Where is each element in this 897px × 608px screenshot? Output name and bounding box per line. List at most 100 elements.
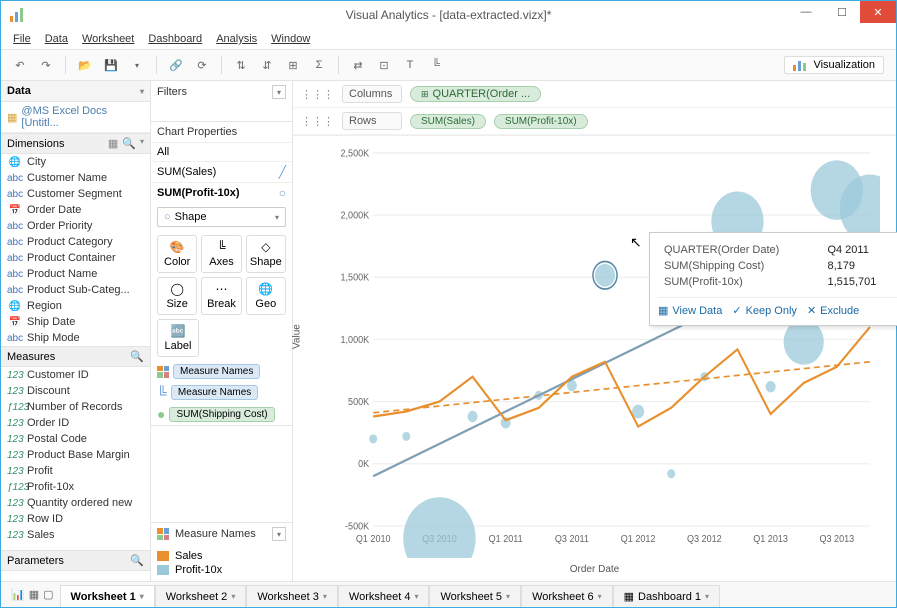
field-icon: 123 <box>7 466 23 477</box>
dimension-field[interactable]: 🌐Region <box>1 298 150 314</box>
dimension-field[interactable]: 📅Ship Date <box>1 314 150 330</box>
menu-data[interactable]: Data <box>45 33 68 45</box>
dimension-field[interactable]: 📅Order Date <box>1 202 150 218</box>
label-button[interactable]: T <box>399 54 421 76</box>
measure-field[interactable]: ƒ123Number of Records <box>1 399 150 415</box>
dim-dd-icon[interactable]: ▾ <box>140 137 144 150</box>
dimension-field[interactable]: 🌐City <box>1 154 150 170</box>
maximize-button[interactable]: ☐ <box>824 1 860 23</box>
worksheet-tabs: 📊 ▦ ▢ Worksheet 1▾Worksheet 2▾Worksheet … <box>1 581 896 607</box>
visualization-button[interactable]: Visualization <box>784 56 884 74</box>
shape-card[interactable]: ◇Shape <box>246 235 286 273</box>
measure-field[interactable]: 123Product Base Margin <box>1 447 150 463</box>
worksheet-tab[interactable]: Worksheet 6▾ <box>521 585 613 607</box>
tooltip-keep-only[interactable]: ✓Keep Only <box>732 304 797 317</box>
tab-dash-icon[interactable]: ▦ <box>29 588 39 601</box>
undo-button[interactable]: ↶ <box>9 54 31 76</box>
refresh-button[interactable]: ⟳ <box>191 54 213 76</box>
worksheet-tab[interactable]: Worksheet 5▾ <box>429 585 521 607</box>
datasource-row[interactable]: ▦ @MS Excel Docs [Untitl... <box>1 102 150 133</box>
worksheet-tab[interactable]: Worksheet 4▾ <box>338 585 430 607</box>
shape-selector[interactable]: ○ Shape ▾ <box>157 207 286 227</box>
save-dd-button[interactable]: ▾ <box>126 54 148 76</box>
measure-names-pill-2[interactable]: ╚ Measure Names <box>151 382 292 403</box>
data-dd-icon[interactable]: ▾ <box>140 87 144 96</box>
measure-names-pill-1[interactable]: Measure Names <box>151 361 292 382</box>
total-button[interactable]: Σ <box>308 54 330 76</box>
columns-shelf[interactable]: ⋮⋮⋮ Columns ⊞QUARTER(Order ... <box>293 81 896 108</box>
measure-field[interactable]: 123Profit <box>1 463 150 479</box>
filters-dd-icon[interactable]: ▾ <box>272 85 286 99</box>
worksheet-tab[interactable]: Worksheet 3▾ <box>246 585 338 607</box>
color-card[interactable]: 🎨Color <box>157 235 197 273</box>
group-button[interactable]: ⊞ <box>282 54 304 76</box>
measure-field[interactable]: 123Sales <box>1 527 150 543</box>
legend-swatch <box>157 551 169 561</box>
tab-new-icon[interactable]: ▢ <box>43 588 53 601</box>
rows-shelf[interactable]: ⋮⋮⋮ Rows SUM(Sales) SUM(Profit-10x) <box>293 108 896 135</box>
search-mea-icon[interactable]: 🔍 <box>130 350 144 363</box>
minimize-button[interactable]: — <box>788 1 824 23</box>
measure-field[interactable]: 123Row ID <box>1 511 150 527</box>
legend-item[interactable]: Sales <box>157 549 286 563</box>
canvas-area: ⋮⋮⋮ Columns ⊞QUARTER(Order ... ⋮⋮⋮ Rows … <box>293 81 896 581</box>
measure-field[interactable]: 123Discount <box>1 383 150 399</box>
dimension-field[interactable]: abcProduct Sub-Categ... <box>1 282 150 298</box>
legend-dd-icon[interactable]: ▾ <box>272 527 286 541</box>
dimension-field[interactable]: abcProduct Container <box>1 250 150 266</box>
menu-dashboard[interactable]: Dashboard <box>148 33 202 45</box>
rows-pill-profit[interactable]: SUM(Profit-10x) <box>494 114 588 129</box>
dimension-field[interactable]: abcProduct Name <box>1 266 150 282</box>
tooltip-popup: QUARTER(Order Date)Q4 2011SUM(Shipping C… <box>649 232 897 326</box>
close-button[interactable]: ✕ <box>860 1 896 23</box>
save-button[interactable]: 💾 <box>100 54 122 76</box>
connect-button[interactable]: 🔗 <box>165 54 187 76</box>
measure-field[interactable]: 123Order ID <box>1 415 150 431</box>
break-card[interactable]: ⋯Break <box>201 277 241 315</box>
sort-desc-button[interactable]: ⇵ <box>256 54 278 76</box>
search-par-icon[interactable]: 🔍 <box>130 554 144 567</box>
dimension-field[interactable]: abcShip Mode <box>1 330 150 346</box>
dimension-field[interactable]: abcCustomer Segment <box>1 186 150 202</box>
menu-file[interactable]: File <box>13 33 31 45</box>
measure-field[interactable]: 123Quantity ordered new <box>1 495 150 511</box>
dimension-field[interactable]: abcCustomer Name <box>1 170 150 186</box>
swap-button[interactable]: ⇄ <box>347 54 369 76</box>
legend-item[interactable]: Profit-10x <box>157 563 286 577</box>
cp-profit-row[interactable]: SUM(Profit-10x)○ <box>151 182 292 203</box>
tooltip-view-data[interactable]: ▦View Data <box>658 304 722 317</box>
measure-field[interactable]: ƒ123Profit-10x <box>1 479 150 495</box>
search-dim-icon[interactable]: 🔍 <box>122 137 136 150</box>
menu-worksheet[interactable]: Worksheet <box>82 33 134 45</box>
menu-analysis[interactable]: Analysis <box>216 33 257 45</box>
geo-card[interactable]: 🌐Geo <box>246 277 286 315</box>
rows-pill-sales[interactable]: SUM(Sales) <box>410 114 486 129</box>
worksheet-tab[interactable]: Worksheet 2▾ <box>155 585 247 607</box>
menu-window[interactable]: Window <box>271 33 310 45</box>
view-icon[interactable]: ▦ <box>108 137 118 150</box>
redo-button[interactable]: ↷ <box>35 54 57 76</box>
label-card[interactable]: 🔤Label <box>157 319 199 357</box>
shipping-cost-pill[interactable]: ● SUM(Shipping Cost) <box>151 403 292 425</box>
worksheet-tab[interactable]: ▦Dashboard 1▾ <box>613 585 720 607</box>
sort-asc-button[interactable]: ⇅ <box>230 54 252 76</box>
measure-field[interactable]: 123Customer ID <box>1 367 150 383</box>
axes-button[interactable]: ╚ <box>425 54 447 76</box>
worksheet-tab[interactable]: Worksheet 1▾ <box>60 585 155 607</box>
field-icon: 📅 <box>7 317 23 328</box>
tooltip-exclude[interactable]: ✕Exclude <box>807 304 859 317</box>
chart-viewport[interactable]: Value -500K0K500K1,000K1,500K2,000K2,500… <box>293 136 896 562</box>
tab-chart-icon[interactable]: 📊 <box>11 588 25 601</box>
cp-sales-row[interactable]: SUM(Sales)╱ <box>151 161 292 182</box>
fit-button[interactable]: ⊡ <box>373 54 395 76</box>
dimension-field[interactable]: abcOrder Priority <box>1 218 150 234</box>
axes-card[interactable]: ╚Axes <box>201 235 241 273</box>
cp-all-row[interactable]: All <box>151 142 292 161</box>
measures-header: Measures 🔍 <box>1 346 150 367</box>
open-button[interactable]: 📂 <box>74 54 96 76</box>
size-card[interactable]: ◯Size <box>157 277 197 315</box>
geo-card-icon: 🌐 <box>258 282 273 296</box>
dimension-field[interactable]: abcProduct Category <box>1 234 150 250</box>
measure-field[interactable]: 123Postal Code <box>1 431 150 447</box>
columns-pill-quarter[interactable]: ⊞QUARTER(Order ... <box>410 86 541 102</box>
